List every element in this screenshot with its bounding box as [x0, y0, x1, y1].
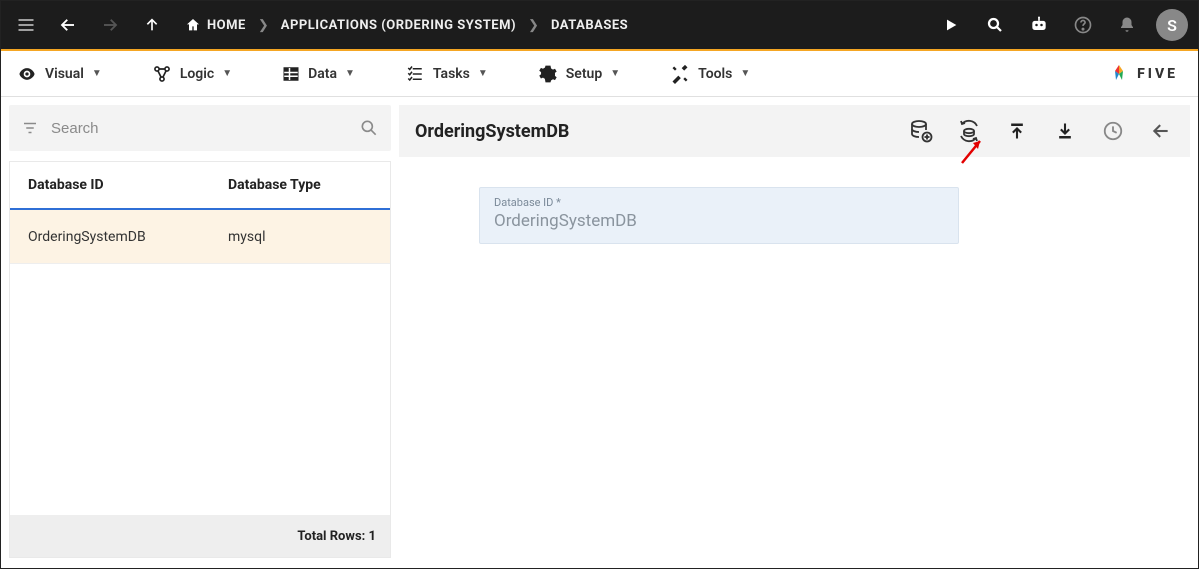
- hamburger-icon[interactable]: [11, 10, 41, 40]
- upload-icon[interactable]: [1004, 118, 1030, 144]
- back-detail-icon[interactable]: [1148, 118, 1174, 144]
- database-id-field[interactable]: Database ID * OrderingSystemDB: [479, 187, 959, 244]
- help-icon[interactable]: [1068, 10, 1098, 40]
- database-grid: Database ID Database Type OrderingSystem…: [9, 161, 391, 558]
- right-pane: OrderingSystemDB: [399, 97, 1198, 566]
- search-global-icon[interactable]: [980, 10, 1010, 40]
- menu-setup[interactable]: Setup ▼: [530, 60, 628, 88]
- bell-icon[interactable]: [1112, 10, 1142, 40]
- search-icon[interactable]: [359, 118, 379, 138]
- menu-tasks[interactable]: Tasks ▼: [397, 61, 496, 87]
- menu-label: Data: [308, 66, 337, 82]
- field-label: Database ID *: [494, 196, 944, 209]
- bot-icon[interactable]: [1024, 10, 1054, 40]
- back-icon[interactable]: [53, 10, 83, 40]
- topbar: HOME ❯ APPLICATIONS (ORDERING SYSTEM) ❯ …: [1, 1, 1198, 51]
- column-database-type[interactable]: Database Type: [210, 177, 339, 193]
- history-icon[interactable]: [1100, 118, 1126, 144]
- chevron-down-icon: ▼: [740, 68, 750, 79]
- grid-body: OrderingSystemDB mysql: [10, 210, 390, 515]
- chevron-down-icon: ▼: [92, 68, 102, 79]
- menu-label: Visual: [45, 66, 84, 82]
- menu-label: Setup: [566, 66, 602, 82]
- cell-database-type: mysql: [210, 229, 284, 245]
- footer-label: Total Rows:: [297, 529, 365, 544]
- detail-body: Database ID * OrderingSystemDB: [399, 157, 1190, 274]
- breadcrumb-label: DATABASES: [551, 18, 628, 33]
- grid-header: Database ID Database Type: [10, 162, 390, 210]
- main: Database ID Database Type OrderingSystem…: [1, 97, 1198, 566]
- chevron-right-icon: ❯: [528, 18, 539, 33]
- play-icon[interactable]: [936, 10, 966, 40]
- chevron-right-icon: ❯: [258, 18, 269, 33]
- filter-icon[interactable]: [21, 119, 39, 137]
- chevron-down-icon: ▼: [610, 68, 620, 79]
- avatar-initial: S: [1167, 16, 1177, 35]
- menu-label: Tools: [698, 66, 732, 82]
- menubar: Visual ▼ Logic ▼ Data ▼ Tasks ▼ Setup ▼ …: [1, 51, 1198, 97]
- field-value: OrderingSystemDB: [494, 211, 944, 231]
- breadcrumb-label: APPLICATIONS (ORDERING SYSTEM): [281, 18, 516, 33]
- new-database-icon[interactable]: [908, 118, 934, 144]
- avatar[interactable]: S: [1156, 9, 1188, 41]
- footer-count: 1: [369, 529, 376, 544]
- menu-tools[interactable]: Tools ▼: [662, 60, 758, 88]
- search-bar: [9, 105, 391, 151]
- brand-text: FIVE: [1137, 66, 1178, 82]
- up-icon[interactable]: [137, 10, 167, 40]
- search-input[interactable]: [51, 120, 347, 137]
- detail-header: OrderingSystemDB: [399, 105, 1190, 157]
- table-row[interactable]: OrderingSystemDB mysql: [10, 210, 390, 264]
- menu-label: Tasks: [433, 66, 470, 82]
- menu-logic[interactable]: Logic ▼: [144, 60, 240, 88]
- breadcrumb-label: HOME: [207, 18, 246, 33]
- cell-database-id: OrderingSystemDB: [10, 229, 210, 245]
- breadcrumb-home[interactable]: HOME: [185, 17, 246, 33]
- breadcrumb: HOME ❯ APPLICATIONS (ORDERING SYSTEM) ❯ …: [185, 17, 628, 33]
- menu-visual[interactable]: Visual ▼: [9, 60, 110, 88]
- column-database-id[interactable]: Database ID: [10, 177, 210, 193]
- chevron-down-icon: ▼: [222, 68, 232, 79]
- forward-icon: [95, 10, 125, 40]
- sync-database-icon[interactable]: [956, 118, 982, 144]
- chevron-down-icon: ▼: [478, 68, 488, 79]
- breadcrumb-databases[interactable]: DATABASES: [551, 18, 628, 33]
- menu-data[interactable]: Data ▼: [274, 61, 363, 87]
- menu-label: Logic: [180, 66, 214, 82]
- left-pane: Database ID Database Type OrderingSystem…: [1, 97, 399, 566]
- download-icon[interactable]: [1052, 118, 1078, 144]
- breadcrumb-applications[interactable]: APPLICATIONS (ORDERING SYSTEM): [281, 18, 516, 33]
- detail-title: OrderingSystemDB: [415, 121, 569, 142]
- brand-logo: FIVE: [1107, 62, 1190, 86]
- grid-footer: Total Rows: 1: [10, 515, 390, 557]
- chevron-down-icon: ▼: [345, 68, 355, 79]
